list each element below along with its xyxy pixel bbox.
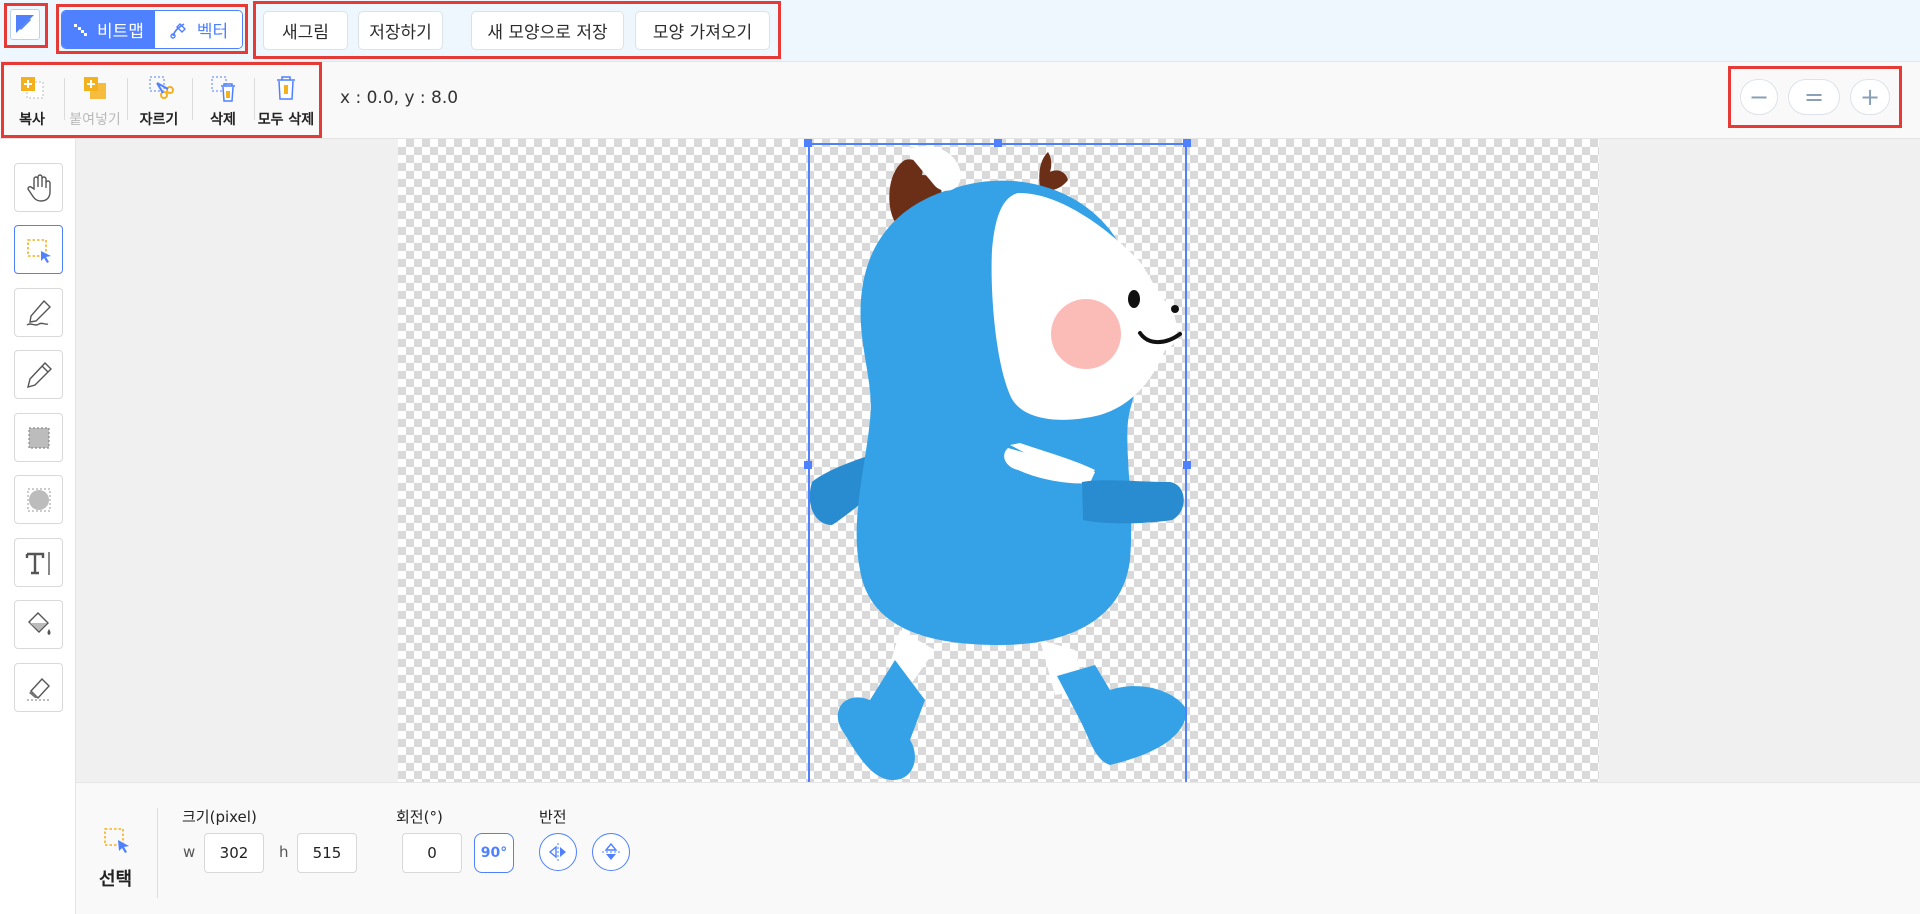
trash-icon [277,76,295,100]
paste-button[interactable]: 붙여넣기 [67,73,123,131]
vector-pen-icon [170,22,186,39]
select-tool[interactable] [14,225,63,274]
text-icon [25,551,50,575]
eraser-tool[interactable] [14,663,63,712]
vector-tab[interactable]: 벡터 [154,11,242,48]
copy-button[interactable]: 복사 [4,73,60,131]
shape-mode-icon [16,15,34,33]
import-shape-button[interactable]: 모양 가져오기 [635,11,770,50]
separator [254,78,255,120]
vector-label: 벡터 [196,22,229,42]
copy-icon [21,77,44,99]
width-label: w [183,843,196,861]
divider [157,808,158,898]
bitmap-tab[interactable]: 비트맵 [62,11,155,48]
rotation-label: 회전(°) [396,808,443,826]
zoom-out-button[interactable]: − [1740,79,1778,115]
canvas-mode-toggle-button[interactable] [10,9,40,40]
scissors-icon [149,76,174,99]
resize-handle[interactable] [1183,139,1191,147]
save-button[interactable]: 저장하기 [358,11,443,50]
separator [64,78,65,120]
bitmap-vector-toggle: 비트맵 벡터 [61,10,243,49]
flip-label: 반전 [539,808,567,826]
resize-handle[interactable] [804,139,812,147]
current-tool-name: 선택 [99,869,133,890]
delete-all-label: 모두 삭제 [257,112,315,128]
flip-vertical-icon [602,842,620,860]
delete-button[interactable]: 삭제 [195,73,251,131]
resize-handle[interactable] [1183,461,1191,469]
height-input[interactable]: 515 [297,833,357,873]
rectangle-icon [28,427,49,448]
delete-all-button[interactable]: 모두 삭제 [258,73,314,131]
rectangle-tool[interactable] [14,413,63,462]
separator [127,78,128,120]
fill-tool[interactable] [14,600,63,649]
separator [192,78,193,120]
select-icon [26,238,51,263]
height-label: h [279,843,289,861]
pencil-icon [26,361,52,388]
circle-tool[interactable] [14,475,63,524]
bitmap-label: 비트맵 [97,22,144,42]
fill-icon [27,611,50,635]
delete-label: 삭제 [210,112,236,128]
flip-horizontal-button[interactable] [539,833,577,871]
new-drawing-button[interactable]: 새그림 [263,11,348,50]
rotation-input[interactable]: 0 [402,833,462,873]
resize-handle[interactable] [804,461,812,469]
delete-trash-icon [211,76,235,102]
brush-icon [26,299,51,326]
circle-icon [27,488,50,511]
hand-icon [26,173,51,202]
flip-vertical-button[interactable] [592,833,630,871]
pencil-tool[interactable] [14,350,63,399]
cursor-coordinates: x : 0.0, y : 8.0 [340,88,459,108]
bitmap-icon [74,23,88,36]
brush-tool[interactable] [14,288,63,337]
copy-label: 복사 [19,112,45,128]
cut-label: 자르기 [139,112,179,128]
paste-icon [84,77,106,99]
save-as-new-shape-button[interactable]: 새 모양으로 저장 [471,11,624,50]
rotate-90-button[interactable]: 90° [474,833,514,873]
resize-handle[interactable] [994,139,1002,147]
cut-button[interactable]: 자르기 [131,73,187,131]
width-input[interactable]: 302 [204,833,264,873]
zoom-reset-button[interactable]: = [1788,79,1840,115]
hand-tool[interactable] [14,163,63,212]
paste-label: 붙여넣기 [69,112,121,128]
flip-horizontal-icon [548,843,566,861]
zoom-in-button[interactable]: + [1850,79,1890,115]
eraser-icon [26,677,51,700]
selection-bounding-box[interactable] [808,143,1187,788]
text-tool[interactable] [14,538,63,587]
size-label: 크기(pixel) [182,808,257,826]
select-tool-indicator-icon [104,828,129,853]
